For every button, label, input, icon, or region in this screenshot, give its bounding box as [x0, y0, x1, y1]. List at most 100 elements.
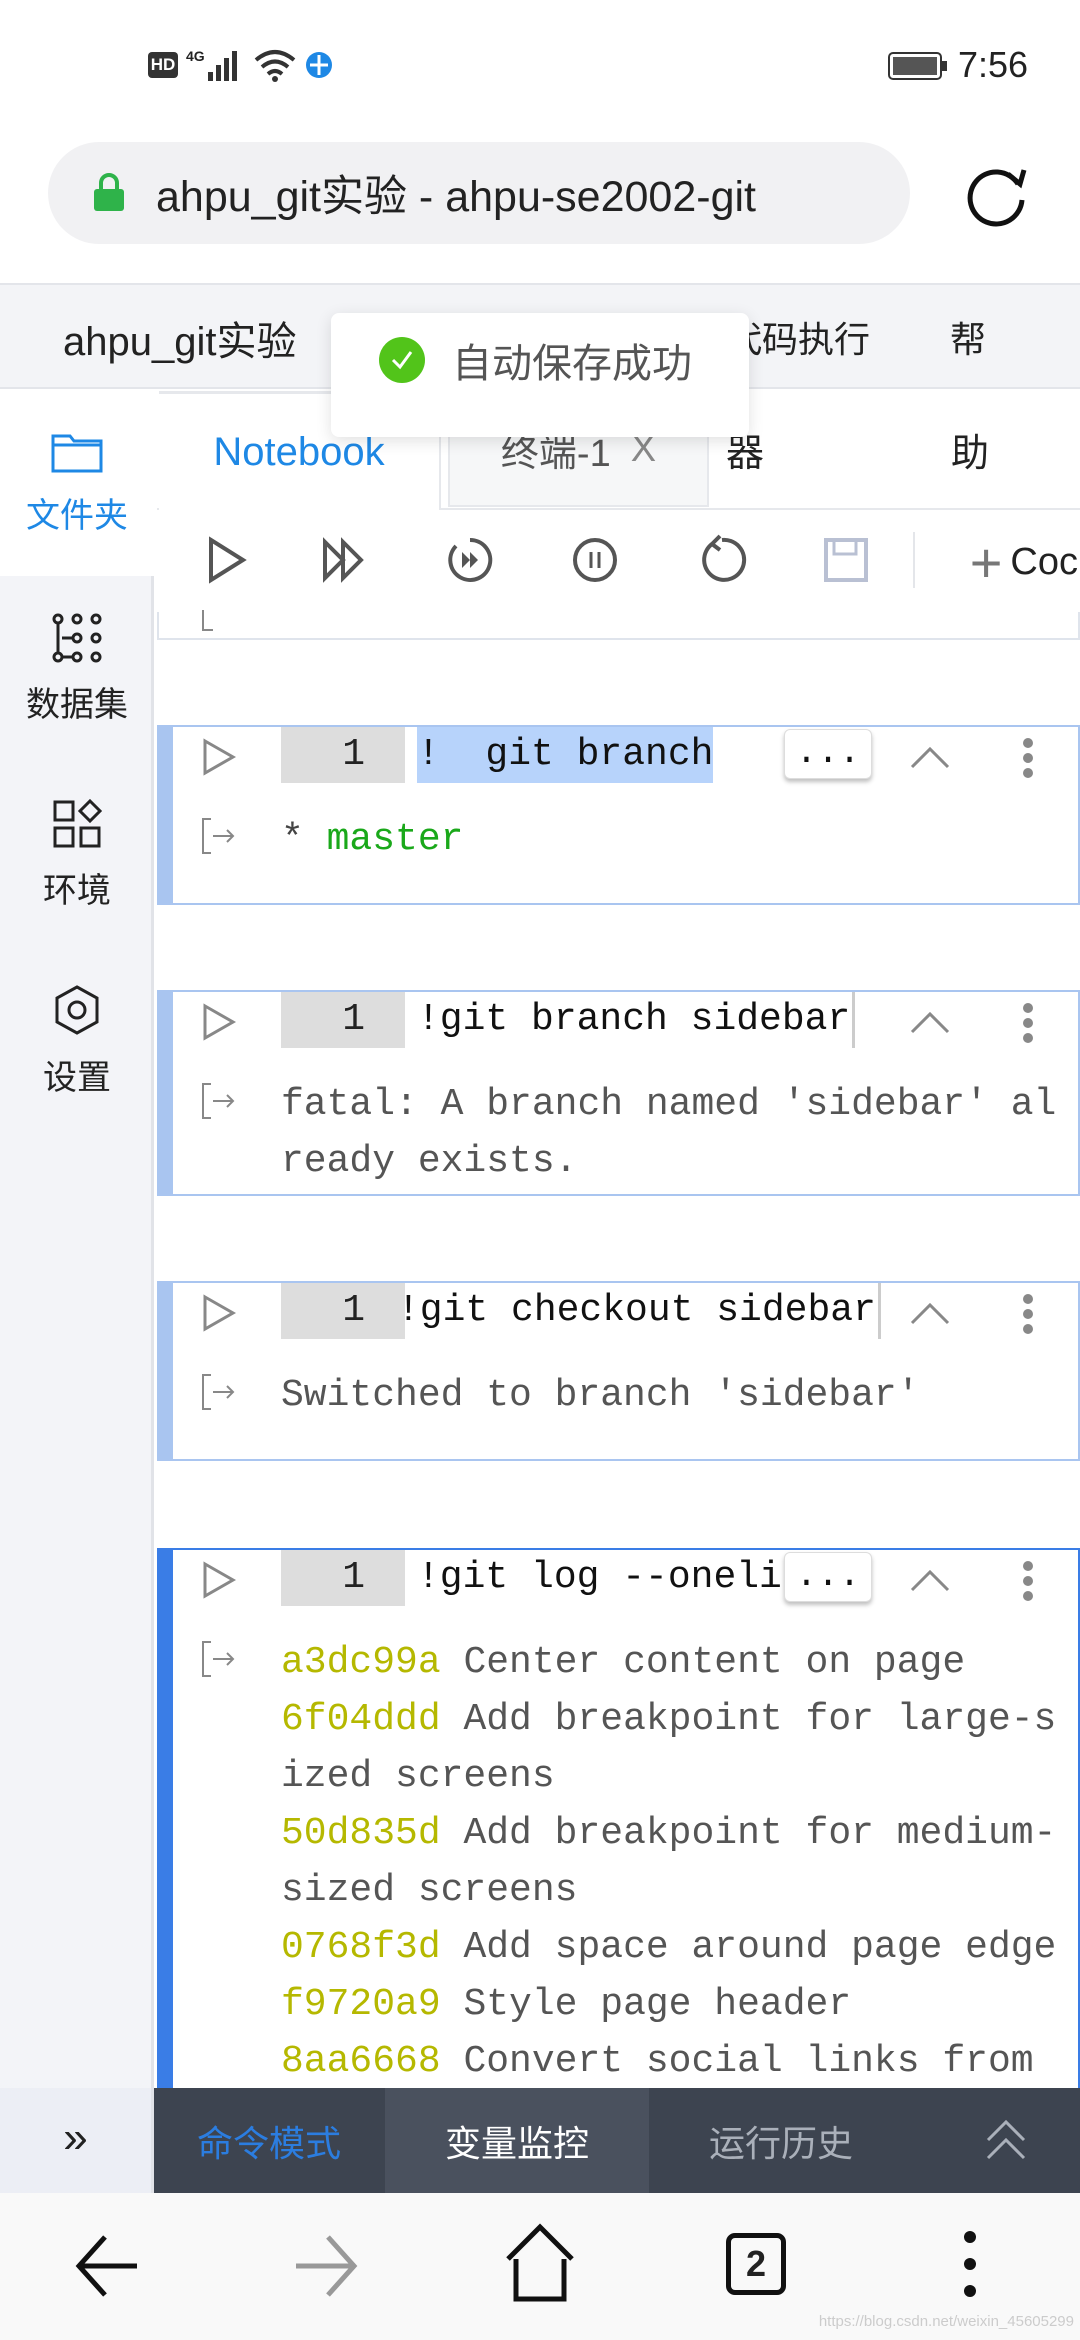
more-button[interactable]: ...: [784, 729, 872, 779]
expand-panel-icon[interactable]: [984, 2118, 1028, 2162]
sidebar-item-folder[interactable]: 文件夹: [0, 391, 154, 576]
tab-partial[interactable]: 助: [940, 391, 1000, 507]
output-line: fatal: A branch named 'sidebar' al: [281, 1083, 1057, 1126]
cell-focus-bar: [159, 992, 173, 1194]
log-line: 6f04ddd Add breakpoint for large-s: [281, 1691, 1056, 1748]
collapse-icon[interactable]: [908, 1562, 952, 1598]
commit-hash: 0768f3d: [281, 1926, 441, 1969]
more-vertical-icon[interactable]: [1022, 1002, 1034, 1044]
check-circle-icon: [379, 337, 425, 383]
notebook-toolbar: + Coc: [157, 510, 1080, 610]
restart-icon[interactable]: [692, 532, 748, 588]
network-type: 4G: [186, 48, 205, 64]
tabs-count-button[interactable]: 2: [726, 2233, 786, 2295]
log-line: 0768f3d Add space around page edge: [281, 1919, 1056, 1976]
run-cell-icon[interactable]: [199, 1293, 239, 1333]
output-icon: [202, 1374, 235, 1410]
run-cell-icon[interactable]: [199, 737, 239, 777]
log-line: 8aa6668 Convert social links from: [281, 2033, 1056, 2090]
more-vertical-icon[interactable]: [1022, 737, 1034, 779]
sidebar-item-label: 设置: [43, 1059, 111, 1097]
output-icon: [202, 818, 235, 854]
commit-message: Add breakpoint for large-s: [463, 1698, 1057, 1741]
forward-icon[interactable]: [292, 2233, 358, 2299]
more-vertical-icon[interactable]: [1022, 1293, 1034, 1335]
previous-cell-fragment: [157, 610, 1080, 640]
add-code-cell-button[interactable]: + Coc: [970, 530, 1078, 595]
toast-notification: 自动保存成功: [331, 313, 749, 437]
restart-run-icon[interactable]: [442, 532, 498, 588]
menu-item-help[interactable]: 帮: [950, 311, 986, 363]
wifi-icon: [254, 50, 296, 82]
run-all-icon[interactable]: [317, 532, 373, 588]
notebook-cell[interactable]: 1 !git checkout sidebar Switched to bran…: [157, 1281, 1080, 1461]
add-label: Coc: [1010, 541, 1078, 583]
run-cell-icon[interactable]: [199, 1560, 239, 1600]
settings-icon: [55, 985, 99, 1035]
sidebar: 文件夹 数据集 环境 设置 »: [0, 391, 154, 2193]
sidebar-item-dataset[interactable]: 数据集: [0, 577, 154, 762]
watermark: https://blog.csdn.net/weixin_45605299: [818, 2313, 1074, 2330]
sidebar-item-environment[interactable]: 环境: [0, 763, 154, 948]
more-vertical-icon[interactable]: [1022, 1560, 1034, 1602]
cell-code[interactable]: !git log --oneli: [417, 1550, 782, 1606]
sidebar-item-settings[interactable]: 设置: [0, 949, 154, 1134]
run-cell-icon[interactable]: [199, 1002, 239, 1042]
signal-icon: [208, 51, 237, 81]
hd-icon: HD: [148, 52, 178, 78]
cell-focus-bar: [159, 1283, 173, 1459]
more-button[interactable]: ...: [784, 1552, 872, 1602]
cell-focus-bar: [159, 727, 173, 903]
dataset-icon: [52, 613, 102, 663]
folder-icon: [51, 434, 103, 473]
refresh-icon[interactable]: [960, 158, 1032, 230]
cell-focus-bar: [159, 1550, 173, 2108]
commit-message-cont: ized screens: [281, 1755, 555, 1798]
sidebar-item-label: 环境: [43, 872, 111, 910]
expand-sidebar-button[interactable]: »: [0, 2088, 151, 2193]
status-bar: HD 4G 7:56: [0, 0, 1080, 128]
plus-icon: +: [969, 531, 1003, 594]
browser-nav-bar: 2 https://blog.csdn.net/weixin_45605299: [0, 2193, 1080, 2340]
home-icon[interactable]: [504, 2223, 576, 2303]
collapse-icon[interactable]: [908, 1295, 952, 1331]
collapse-icon[interactable]: [908, 739, 952, 775]
commit-message-cont: sized screens: [281, 1869, 578, 1912]
log-line: f9720a9 Style page header: [281, 1976, 1056, 2033]
commit-hash: 50d835d: [281, 1812, 441, 1855]
log-line: a3dc99a Center content on page: [281, 1634, 1056, 1691]
commit-message: Style page header: [463, 1983, 852, 2026]
tab-command-mode[interactable]: 命令模式: [154, 2088, 384, 2193]
output-icon: [202, 1641, 235, 1677]
commit-message: Center content on page: [463, 1641, 966, 1684]
bottom-panel: 命令模式 变量监控 运行历史: [154, 2088, 1080, 2193]
cell-code[interactable]: !git checkout sidebar: [397, 1283, 881, 1339]
git-log-output: a3dc99a Center content on page 6f04ddd Ad…: [281, 1634, 1056, 2090]
notebook-cell[interactable]: 1 !git branch sidebar fatal: A branch na…: [157, 990, 1080, 1196]
output-icon: [202, 610, 213, 631]
commit-message: Add breakpoint for medium-: [463, 1812, 1057, 1855]
browser-menu-icon[interactable]: [962, 2229, 978, 2299]
commit-message: Convert social links from: [463, 2040, 1034, 2083]
pause-icon[interactable]: [567, 532, 623, 588]
commit-hash: a3dc99a: [281, 1641, 441, 1684]
line-number: 1: [281, 1283, 405, 1339]
toast-message: 自动保存成功: [452, 342, 692, 386]
cell-output: Switched to branch 'sidebar': [281, 1374, 920, 1417]
cell-output: * master: [281, 811, 463, 868]
back-icon[interactable]: [75, 2233, 141, 2299]
collapse-icon[interactable]: [908, 1004, 952, 1040]
line-number: 1: [281, 1550, 405, 1606]
output-icon: [202, 1083, 235, 1119]
tab-variable-monitor[interactable]: 变量监控: [385, 2088, 649, 2193]
cell-code[interactable]: !git branch sidebar: [417, 992, 856, 1048]
cell-code[interactable]: ! git branch: [417, 727, 714, 783]
address-bar[interactable]: ahpu_git实验 - ahpu-se2002-git: [48, 142, 910, 244]
tab-run-history[interactable]: 运行历史: [649, 2088, 913, 2193]
address-text: ahpu_git实验 - ahpu-se2002-git: [156, 173, 756, 221]
notebook-cell[interactable]: 1 ! git branch ... * master: [157, 725, 1080, 905]
lock-icon: [94, 173, 124, 211]
notebook-cell-active[interactable]: 1 !git log --oneli ... a3dc99a Center co…: [157, 1548, 1080, 2108]
run-icon[interactable]: [197, 532, 253, 588]
save-icon[interactable]: [818, 532, 874, 588]
